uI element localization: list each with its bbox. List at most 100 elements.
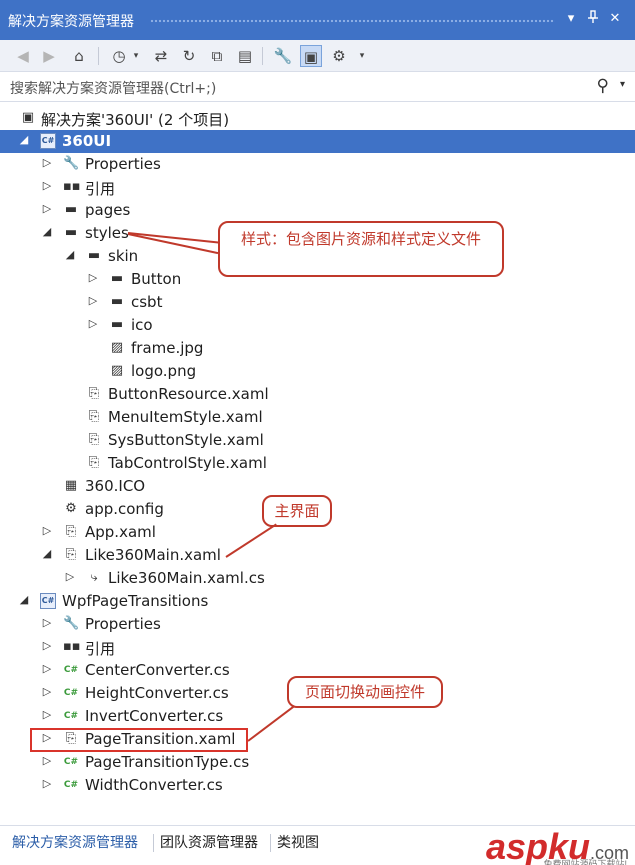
window-dropdown-icon[interactable]: ▾	[562, 10, 580, 28]
tree-item-row[interactable]: ◢ C# WpfPageTransitions	[0, 590, 635, 613]
search-options-icon[interactable]: ▾	[620, 79, 625, 90]
tree-item-label: 引用	[85, 180, 116, 198]
xaml-icon: ⎘	[88, 386, 100, 401]
references-icon: ▪▪	[63, 639, 81, 654]
window-title: 解决方案资源管理器	[8, 14, 134, 30]
expand-arrow-icon[interactable]: ▷	[41, 639, 53, 652]
expand-arrow-icon[interactable]: ▷	[41, 156, 53, 169]
tree-item-label: 360.ICO	[85, 477, 146, 495]
tree-item-label: ico	[131, 316, 153, 334]
expand-arrow-icon[interactable]: ▷	[41, 754, 53, 767]
expand-arrow-icon[interactable]: ▷	[41, 685, 53, 698]
tree-item-label: 引用	[85, 640, 116, 658]
title-drag-grip[interactable]	[150, 19, 555, 23]
tree-item-row[interactable]: ⎘ TabControlStyle.xaml	[0, 452, 635, 475]
tree-item-row[interactable]: ▷ ⤷ Like360Main.xaml.cs	[0, 567, 635, 590]
collapse-all-icon[interactable]: ⧉	[206, 45, 228, 67]
tree-item-row[interactable]: ▷ C# WidthConverter.cs	[0, 774, 635, 797]
search-input[interactable]: 搜索解决方案资源管理器(Ctrl+;)	[10, 78, 216, 98]
watermark-subtitle: 免费网站源码下载站!	[543, 859, 627, 865]
show-all-files-icon[interactable]: ▤	[234, 45, 256, 67]
expand-arrow-icon[interactable]: ▷	[41, 662, 53, 675]
tree-item-row[interactable]: ▷ C# PageTransitionType.cs	[0, 751, 635, 774]
tab-class-view[interactable]: 类视图	[277, 832, 319, 852]
preview-selected-icon[interactable]: ▣	[300, 45, 322, 67]
cs-file-icon: C#	[63, 757, 79, 767]
home-icon[interactable]: ⌂	[68, 45, 90, 67]
search-box[interactable]: 搜索解决方案资源管理器(Ctrl+;) ⚲ ▾	[0, 72, 635, 102]
tree-item-row[interactable]: ▷ 🔧 Properties	[0, 613, 635, 636]
tree-item-row[interactable]: ▷ ▬ pages	[0, 199, 635, 222]
pending-dropdown-icon[interactable]: ▾	[130, 45, 142, 67]
tree-item-label: InvertConverter.cs	[85, 707, 224, 725]
tree-solution-row[interactable]: ▣ 解决方案'360UI' (2 个项目)	[0, 107, 635, 130]
tree-item-label: Properties	[85, 155, 161, 173]
solution-icon: ▣	[21, 110, 35, 125]
tree-item-row[interactable]: ▨ logo.png	[0, 360, 635, 383]
collapse-arrow-icon[interactable]: ◢	[41, 547, 53, 560]
xaml-icon: ⎘	[65, 547, 77, 562]
tree-item-label: MenuItemStyle.xaml	[108, 408, 263, 426]
toolbar-more-icon[interactable]: ▾	[356, 45, 368, 67]
tree-item-label: Properties	[85, 615, 161, 633]
tree-item-row[interactable]: ▨ frame.jpg	[0, 337, 635, 360]
expand-arrow-icon[interactable]: ▷	[87, 317, 99, 330]
tree-item-row[interactable]: ⎘ ButtonResource.xaml	[0, 383, 635, 406]
tree-item-row[interactable]: ▷ ▪▪ 引用	[0, 636, 635, 659]
transition-callout: 页面切换动画控件	[287, 676, 443, 708]
tree-item-row[interactable]: ◢ C# 360UI	[0, 130, 635, 153]
references-icon: ▪▪	[63, 179, 81, 194]
aspku-watermark: aspku.com 免费网站源码下载站!	[486, 826, 629, 865]
search-icon[interactable]: ⚲	[597, 76, 609, 96]
pending-changes-icon[interactable]: ◷	[108, 45, 130, 67]
tree-item-row[interactable]: ⎘ SysButtonStyle.xaml	[0, 429, 635, 452]
back-icon[interactable]: ◀	[12, 45, 34, 67]
expand-arrow-icon[interactable]: ▷	[64, 570, 76, 583]
config-icon: ⚙	[65, 501, 77, 516]
tree-item-label: WpfPageTransitions	[62, 592, 209, 610]
collapse-arrow-icon[interactable]: ◢	[18, 593, 30, 606]
tree-item-label: ButtonResource.xaml	[108, 385, 269, 403]
collapse-arrow-icon[interactable]: ◢	[41, 225, 53, 238]
cs-file-icon: C#	[63, 711, 79, 721]
forward-icon[interactable]: ▶	[38, 45, 60, 67]
tab-separator	[270, 834, 271, 852]
collapse-arrow-icon[interactable]: ◢	[18, 133, 30, 146]
expand-arrow-icon[interactable]: ▷	[87, 294, 99, 307]
tree-item-label: logo.png	[131, 362, 197, 380]
wrench-icon: 🔧	[63, 156, 80, 171]
class-diagram-icon[interactable]: ⚙	[328, 45, 350, 67]
tree-item-label: 360UI	[62, 132, 112, 150]
refresh-icon[interactable]: ↻	[178, 45, 200, 67]
expand-arrow-icon[interactable]: ▷	[41, 616, 53, 629]
expand-arrow-icon[interactable]: ▷	[41, 524, 53, 537]
tree-item-label: Button	[131, 270, 182, 288]
expand-arrow-icon[interactable]: ▷	[41, 708, 53, 721]
tab-team-explorer[interactable]: 团队资源管理器	[160, 832, 258, 852]
tab-solution-explorer[interactable]: 解决方案资源管理器	[12, 832, 138, 852]
expand-arrow-icon[interactable]: ▷	[41, 179, 53, 192]
properties-icon[interactable]: 🔧	[272, 45, 294, 67]
sync-icon[interactable]: ⇄	[150, 45, 172, 67]
collapse-arrow-icon[interactable]: ◢	[64, 248, 76, 261]
cs-file-icon: C#	[63, 688, 79, 698]
tree-item-row[interactable]: ▷ ▪▪ 引用	[0, 176, 635, 199]
expand-arrow-icon[interactable]: ▷	[87, 271, 99, 284]
pin-icon[interactable]	[584, 10, 602, 28]
close-icon[interactable]: ✕	[606, 10, 624, 28]
expand-arrow-icon[interactable]: ▷	[41, 202, 53, 215]
tree-item-row[interactable]: ▷ ▬ csbt	[0, 291, 635, 314]
tree-item-row[interactable]: ⎘ MenuItemStyle.xaml	[0, 406, 635, 429]
tree-item-row[interactable]: ▷ ▬ ico	[0, 314, 635, 337]
tab-separator	[153, 834, 154, 852]
tree-item-label: Like360Main.xaml.cs	[108, 569, 265, 587]
page-transition-highlight	[30, 728, 248, 752]
wrench-icon: 🔧	[63, 616, 80, 631]
styles-callout: 样式：包含图片资源和样式定义文件	[218, 221, 504, 277]
tree-item-row[interactable]: ▷ 🔧 Properties	[0, 153, 635, 176]
expand-arrow-icon[interactable]: ▷	[41, 777, 53, 790]
tree-item-row[interactable]: ▷ C# InvertConverter.cs	[0, 705, 635, 728]
tree-item-row[interactable]: ◢ ⎘ Like360Main.xaml	[0, 544, 635, 567]
cs-file-icon: C#	[63, 665, 79, 675]
cs-code-icon: ⤷	[90, 570, 98, 585]
